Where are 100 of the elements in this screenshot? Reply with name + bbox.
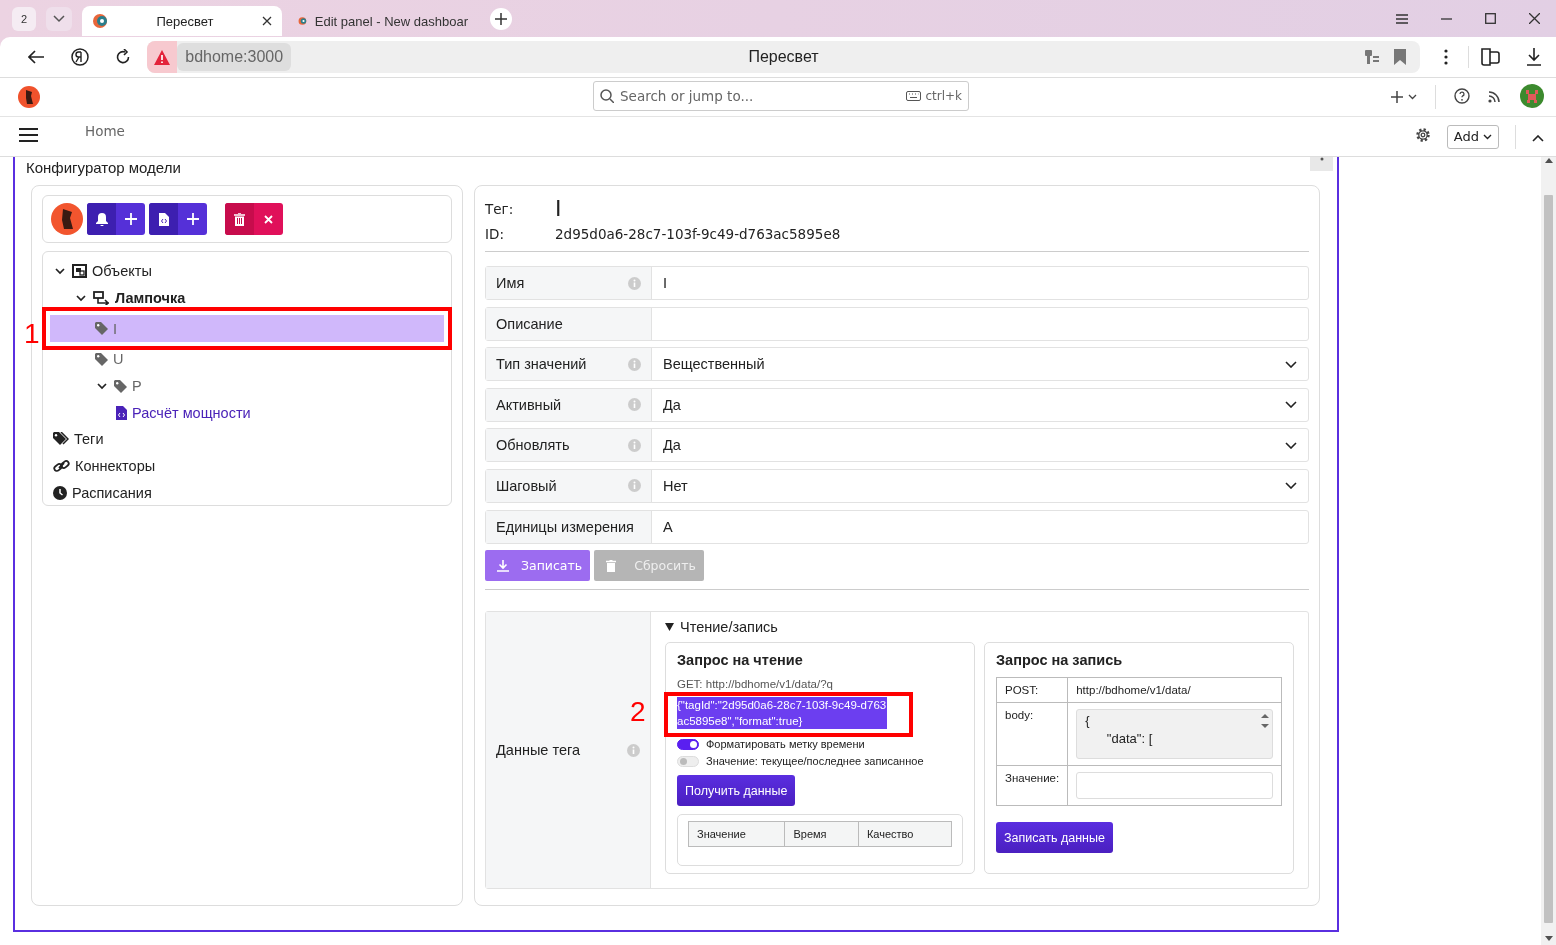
field-label: Имя bbox=[496, 275, 525, 291]
chevron-down-icon bbox=[1285, 360, 1297, 368]
request-url: GET: http://bdhome/v1/data/?q bbox=[677, 677, 834, 692]
plus-icon bbox=[1391, 91, 1403, 103]
column-header: Качество bbox=[858, 821, 952, 847]
download-icon bbox=[1526, 48, 1543, 66]
fetch-button[interactable]: Получить данные bbox=[677, 775, 796, 807]
tree-item[interactable]: Объекты bbox=[50, 258, 444, 285]
menu-button[interactable] bbox=[19, 128, 38, 145]
tree-item[interactable]: Коннекторы bbox=[50, 452, 444, 480]
info-icon bbox=[628, 438, 641, 452]
breadcrumb-link[interactable]: Home bbox=[85, 123, 125, 139]
minimize-icon bbox=[1440, 17, 1452, 20]
add-alarm-button[interactable] bbox=[87, 203, 145, 235]
body-textarea[interactable]: { "data": [ bbox=[1076, 709, 1273, 760]
select-field[interactable]: Да bbox=[652, 429, 1308, 462]
table-cell: Значение: bbox=[996, 765, 1068, 806]
input-field[interactable]: A bbox=[652, 510, 1308, 543]
add-script-button[interactable] bbox=[149, 203, 207, 235]
field-label: Описание bbox=[496, 315, 563, 332]
tag-name: I bbox=[555, 196, 563, 222]
scrollbar[interactable] bbox=[1541, 157, 1556, 945]
chevron-down-icon bbox=[1408, 94, 1417, 100]
browser-tab[interactable]: Пересвет bbox=[82, 6, 282, 36]
url-text: bdhome:3000 bbox=[177, 43, 292, 71]
chevron-down-icon bbox=[1483, 133, 1492, 140]
browser-tab[interactable]: Edit panel - New dashboar bbox=[288, 6, 478, 36]
table-cell: POST: bbox=[996, 677, 1068, 703]
back-arrow-icon bbox=[27, 50, 44, 64]
tree-item[interactable]: P bbox=[50, 372, 444, 400]
search-field[interactable]: Search or jump to... ctrl+k bbox=[593, 81, 969, 111]
panel-title: Конфигуратор модели bbox=[26, 159, 181, 176]
table-cell: body: bbox=[996, 702, 1068, 766]
reload-icon bbox=[115, 49, 132, 65]
chevron-down-icon[interactable] bbox=[53, 267, 67, 275]
toggle-label: Значение: текущее/последнее записанное bbox=[706, 755, 924, 768]
close-icon bbox=[1528, 13, 1540, 24]
menu-icon bbox=[19, 128, 38, 142]
field-label: Обновлять bbox=[496, 437, 570, 454]
select-field[interactable]: Вещественный bbox=[652, 348, 1308, 381]
close-icon bbox=[262, 16, 272, 26]
tree-item[interactable]: Лампочка bbox=[50, 284, 444, 312]
more-icon bbox=[1319, 157, 1324, 161]
info-icon bbox=[627, 743, 640, 757]
field-label: Единицы измерения bbox=[496, 518, 634, 535]
clock-icon bbox=[53, 485, 67, 500]
scroll-up-icon bbox=[1544, 157, 1553, 163]
scroll-arrows-icon bbox=[1261, 714, 1269, 729]
avatar-button[interactable] bbox=[1520, 83, 1544, 111]
input-field[interactable] bbox=[1076, 772, 1273, 800]
tree-item[interactable]: Теги bbox=[50, 426, 444, 453]
field-label: Данные тега bbox=[496, 742, 580, 759]
card-title: Запрос на запись bbox=[996, 652, 1124, 669]
select-field[interactable]: Нет bbox=[652, 469, 1308, 502]
annotation-number: 2 bbox=[630, 697, 646, 728]
trash-icon bbox=[234, 212, 245, 226]
chevron-down-icon bbox=[1285, 482, 1297, 490]
input-field[interactable]: I bbox=[652, 267, 1308, 299]
file-code-icon bbox=[158, 212, 169, 226]
frame-icon bbox=[72, 264, 87, 279]
column-header: Значение bbox=[688, 821, 785, 847]
field-label: Тег: bbox=[485, 201, 515, 217]
bookmark-icon bbox=[1393, 49, 1406, 65]
keyboard-icon bbox=[906, 91, 922, 101]
tab-count-button[interactable]: 2 bbox=[12, 6, 36, 31]
close-button[interactable] bbox=[262, 16, 272, 26]
panel-icon bbox=[1480, 48, 1501, 66]
save-button[interactable]: Записать bbox=[485, 550, 591, 582]
link-icon bbox=[53, 459, 70, 474]
address-bar[interactable]: bdhome:3000 Пересвет bbox=[147, 41, 1420, 73]
toggle-switch[interactable] bbox=[677, 738, 699, 750]
tree-item[interactable]: U bbox=[50, 346, 444, 373]
tree-item[interactable]: Расчёт мощности bbox=[50, 399, 444, 427]
chevron-down-icon[interactable] bbox=[95, 382, 109, 390]
new-button[interactable] bbox=[1391, 91, 1417, 103]
column-header: Время bbox=[784, 821, 859, 847]
chevron-down-icon bbox=[1285, 401, 1297, 409]
section-toggle[interactable]: Чтение/запись bbox=[665, 618, 1294, 636]
select-field[interactable]: Да bbox=[652, 388, 1308, 421]
page-title: Пересвет bbox=[748, 48, 819, 65]
shortcut-hint: ctrl+k bbox=[925, 89, 962, 103]
chevron-down-icon[interactable] bbox=[74, 294, 88, 302]
menu-icon bbox=[1396, 13, 1408, 24]
logo-icon bbox=[51, 203, 83, 235]
id-value: 2d95d0a6-28c7-103f-9c49-d763ac5895e8 bbox=[555, 226, 842, 242]
write-button[interactable]: Записать данные bbox=[996, 822, 1113, 854]
field-label: Активный bbox=[496, 396, 562, 413]
tag-icon bbox=[114, 379, 127, 393]
new-tab-button[interactable] bbox=[490, 7, 512, 30]
circle-icon bbox=[70, 48, 89, 66]
file-code-icon bbox=[116, 405, 127, 420]
tag-icon bbox=[95, 352, 108, 366]
tree-item[interactable]: Расписания bbox=[50, 479, 444, 507]
tree-item[interactable]: I bbox=[50, 315, 444, 343]
add-button[interactable]: Add bbox=[1446, 124, 1499, 149]
bell-icon bbox=[95, 212, 108, 226]
delete-button[interactable] bbox=[225, 203, 283, 235]
download-icon bbox=[497, 559, 509, 572]
help-button[interactable] bbox=[1454, 87, 1470, 107]
tag-icon bbox=[95, 322, 108, 336]
